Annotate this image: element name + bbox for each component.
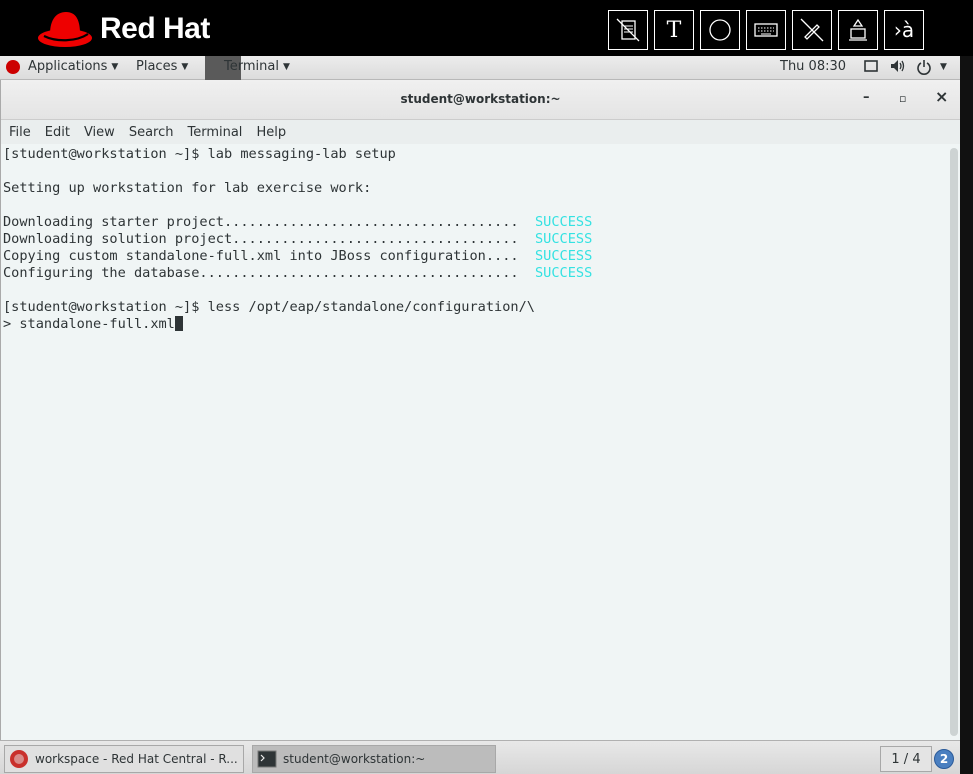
maximize-button[interactable]: ▫ — [899, 92, 906, 105]
scrollbar[interactable] — [950, 148, 958, 736]
terminal-line: > standalone-full.xml — [3, 316, 947, 333]
terminal-line: Downloading starter project.............… — [3, 214, 947, 231]
chevron-down-icon: ▼ — [111, 61, 119, 72]
terminal-window: student@workstation:~ – ▫ × File Edit Vi… — [0, 80, 960, 740]
gnome-top-bar: Applications ▼ Places ▼ Terminal ▼ Thu 0… — [0, 56, 960, 80]
brand-name: Red Hat — [100, 12, 210, 45]
red-hat-logo: Red Hat — [36, 8, 210, 50]
top-banner: Red Hat T ›à — [0, 0, 973, 56]
terminal-line-text: [student@workstation ~]$ lab messaging-l… — [3, 146, 396, 162]
menu-edit[interactable]: Edit — [45, 125, 70, 140]
chevron-down-icon: ▼ — [181, 61, 189, 72]
applications-menu[interactable]: Applications ▼ — [6, 59, 118, 74]
status-success: SUCCESS — [534, 265, 593, 281]
chevron-down-icon: ▼ — [282, 61, 290, 72]
red-hat-menu-icon — [6, 59, 20, 74]
status-success: SUCCESS — [534, 231, 593, 247]
menu-file[interactable]: File — [9, 125, 31, 140]
status-success: SUCCESS — [534, 248, 593, 264]
eject-icon[interactable] — [838, 10, 878, 50]
language-icon[interactable]: ›à — [884, 10, 924, 50]
menu-view[interactable]: View — [84, 125, 115, 140]
menu-bar: File Edit View Search Terminal Help — [1, 120, 960, 144]
menu-help[interactable]: Help — [256, 125, 286, 140]
terminal-line-text: Copying custom standalone-full.xml into … — [3, 248, 535, 264]
terminal-app-menu[interactable]: Terminal ▼ — [224, 59, 290, 74]
browser-icon — [10, 750, 28, 768]
places-menu[interactable]: Places ▼ — [136, 59, 188, 74]
minimize-button[interactable]: – — [863, 90, 870, 105]
terminal-icon — [257, 750, 277, 768]
window-list-bar: workspace - Red Hat Central - R... stude… — [0, 740, 960, 774]
terminal-line: Setting up workstation for lab exercise … — [3, 180, 947, 197]
task-terminal[interactable]: student@workstation:~ — [252, 745, 496, 773]
terminal-line: Downloading solution project............… — [3, 231, 947, 248]
terminal-line-text: Downloading starter project.............… — [3, 214, 535, 230]
terminal-output[interactable]: [student@workstation ~]$ lab messaging-l… — [1, 146, 947, 740]
terminal-line: Configuring the database................… — [3, 265, 947, 282]
terminal-line-text: [student@workstation ~]$ less /opt/eap/s… — [3, 299, 535, 315]
document-crossed-icon[interactable] — [608, 10, 648, 50]
terminal-line-text: Downloading solution project............… — [3, 231, 535, 247]
accessibility-toolbar: T ›à — [608, 10, 924, 50]
terminal-line: [student@workstation ~]$ lab messaging-l… — [3, 146, 947, 163]
keyboard-icon[interactable] — [746, 10, 786, 50]
status-success: SUCCESS — [534, 214, 593, 230]
power-menu[interactable]: ▼ — [916, 59, 947, 75]
terminal-line: [student@workstation ~]$ less /opt/eap/s… — [3, 299, 947, 316]
terminal-line: Copying custom standalone-full.xml into … — [3, 248, 947, 265]
close-button[interactable]: × — [935, 87, 948, 106]
chevron-down-icon: ▼ — [940, 62, 947, 72]
screen-edge — [960, 56, 973, 774]
circle-icon[interactable] — [700, 10, 740, 50]
text-cursor — [174, 316, 183, 331]
terminal-line-text: > standalone-full.xml — [3, 316, 175, 332]
pen-crossed-icon[interactable] — [792, 10, 832, 50]
workspace-pager[interactable]: 1 / 4 — [880, 746, 932, 772]
notification-badge[interactable]: 2 — [934, 749, 954, 769]
red-hat-icon — [38, 12, 92, 47]
window-title: student@workstation:~ — [400, 92, 561, 106]
window-titlebar[interactable]: student@workstation:~ – ▫ × — [1, 80, 960, 120]
text-icon[interactable]: T — [654, 10, 694, 50]
task-workspace-browser[interactable]: workspace - Red Hat Central - R... — [4, 745, 244, 773]
window-icon[interactable] — [864, 59, 878, 73]
volume-icon[interactable] — [890, 59, 906, 73]
terminal-line-text: Setting up workstation for lab exercise … — [3, 180, 372, 196]
clock[interactable]: Thu 08:30 — [780, 59, 846, 74]
menu-terminal[interactable]: Terminal — [187, 125, 242, 140]
menu-search[interactable]: Search — [129, 125, 174, 140]
terminal-line-text: Configuring the database................… — [3, 265, 535, 281]
power-icon — [917, 60, 931, 75]
